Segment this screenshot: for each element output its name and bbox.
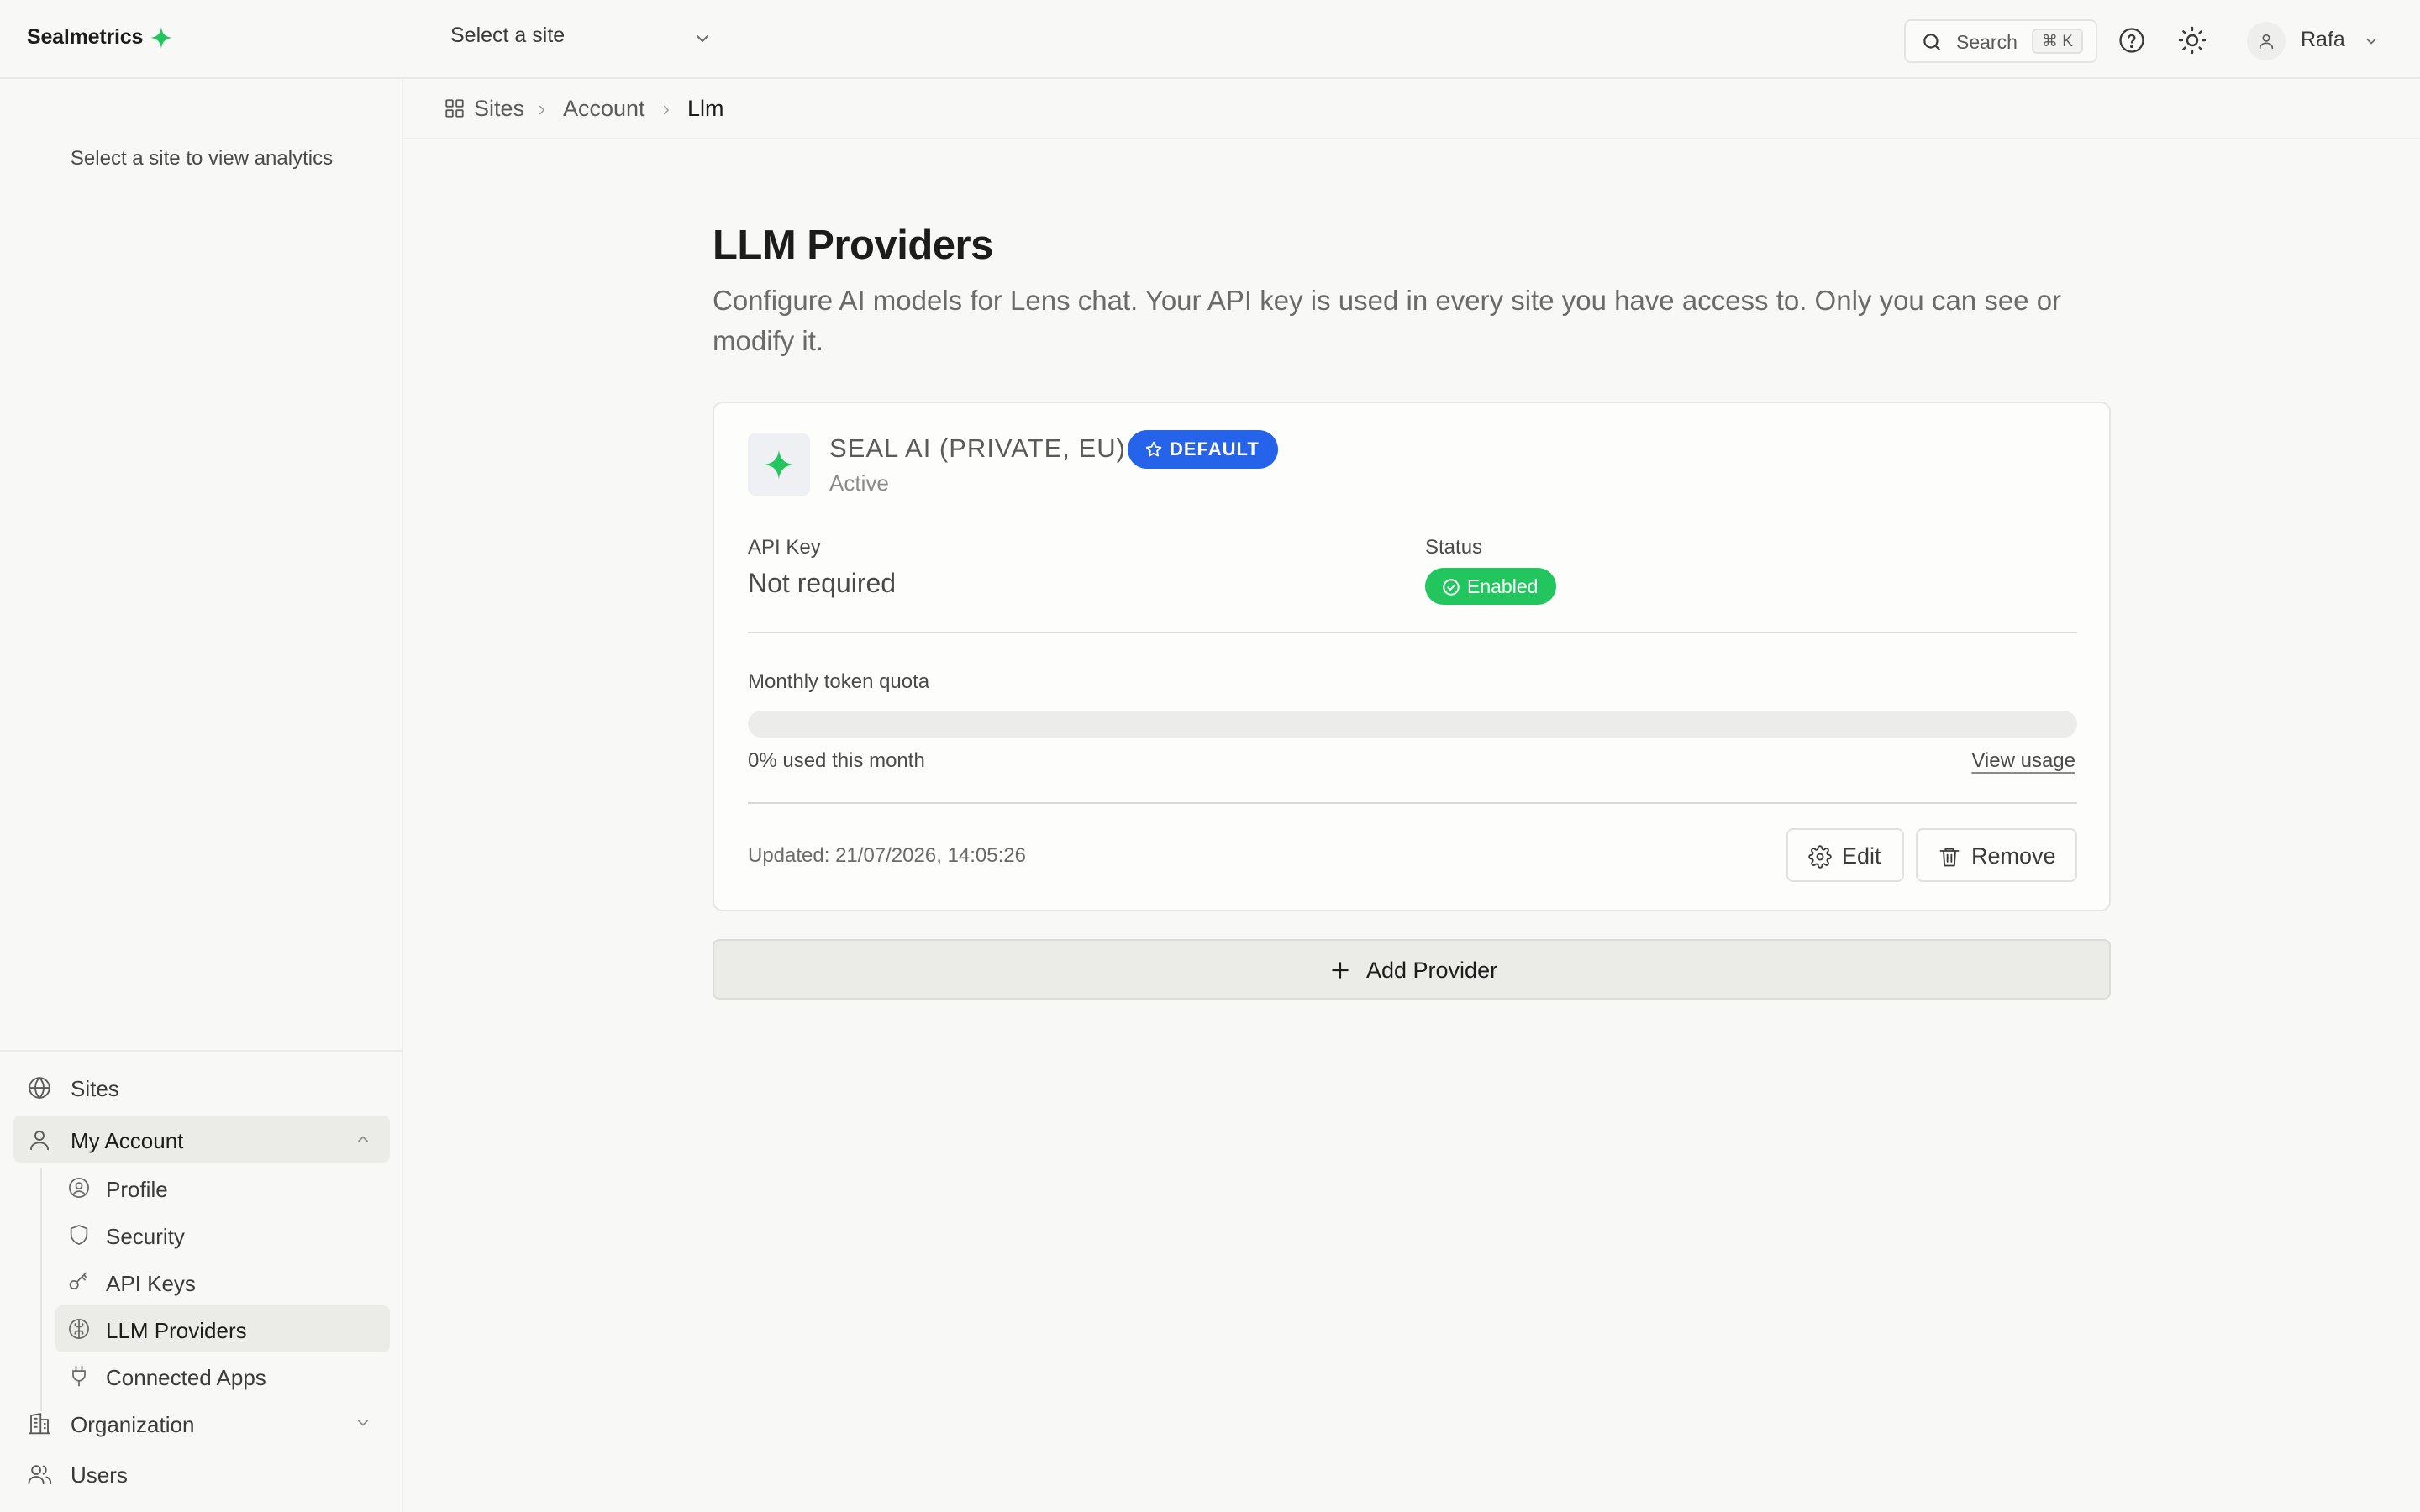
user-circle-icon (67, 1176, 91, 1200)
page-description: Configure AI models for Lens chat. Your … (713, 285, 2062, 356)
check-circle-icon (1443, 579, 1460, 596)
provider-card: SEAL AI (PRIVATE, EU) DEFAULT Active API… (713, 402, 2111, 911)
sidebar-item-sites[interactable]: Sites (13, 1063, 390, 1110)
status-badge: Enabled (1425, 568, 1557, 605)
top-bar: Sealmetrics Select a site Search ⌘ K Raf… (0, 0, 2420, 79)
grid-icon (444, 97, 466, 119)
sidebar-item-label: API Keys (106, 1271, 196, 1296)
chevron-down-icon (355, 1415, 371, 1431)
remove-button[interactable]: Remove (1916, 828, 2077, 882)
sidebar-item-users[interactable]: Users (13, 1450, 390, 1497)
search-icon (1921, 31, 1943, 53)
chevron-right-icon (534, 102, 550, 118)
sidebar-empty-message: Select a site to view analytics (70, 147, 334, 170)
sidebar: Select a site to view analytics Sites My… (0, 79, 403, 1512)
add-provider-button[interactable]: Add Provider (713, 939, 2111, 1000)
search-label: Search (1956, 31, 2018, 53)
search-shortcut: ⌘ K (2032, 29, 2083, 54)
default-badge-label: DEFAULT (1170, 438, 1260, 459)
sparkle-icon (764, 449, 794, 480)
site-selector-placeholder: Select a site (450, 24, 566, 47)
globe-icon (27, 1075, 52, 1100)
provider-name: SEAL AI (PRIVATE, EU) (829, 433, 1126, 463)
star-icon (1145, 441, 1162, 457)
sidebar-item-label: Security (106, 1224, 185, 1249)
sidebar-item-label: Sites (71, 1076, 119, 1101)
provider-logo (748, 433, 810, 496)
quota-used-text: 0% used this month (748, 749, 925, 772)
sidebar-item-label: Organization (71, 1412, 195, 1437)
sun-icon[interactable] (2177, 25, 2207, 55)
sidebar-item-connected-apps[interactable]: Connected Apps (55, 1352, 390, 1399)
chevron-up-icon (355, 1131, 371, 1147)
sidebar-item-my-account[interactable]: My Account (13, 1116, 390, 1163)
sidebar-item-label: LLM Providers (106, 1318, 247, 1343)
building-icon (27, 1411, 52, 1436)
help-icon[interactable] (2118, 26, 2146, 55)
card-divider (748, 632, 2077, 633)
user-menu[interactable]: Rafa (2247, 20, 2381, 60)
brand-name: Sealmetrics (27, 25, 144, 49)
sidebar-item-api-keys[interactable]: API Keys (55, 1258, 390, 1305)
sparkle-logo-icon (150, 26, 173, 50)
avatar (2247, 22, 2286, 60)
page-title: LLM Providers (713, 223, 993, 268)
search-button[interactable]: Search ⌘ K (1904, 19, 2097, 63)
quota-progress-bar (748, 711, 2077, 738)
sidebar-item-label: Users (71, 1462, 128, 1488)
status-label: Status (1425, 536, 1483, 559)
provider-state: Active (829, 470, 889, 496)
breadcrumb: Sites Account Llm (403, 79, 2420, 139)
chevron-right-icon (659, 102, 674, 118)
updated-timestamp: Updated: 21/07/2026, 14:05:26 (748, 844, 1026, 867)
add-provider-label: Add Provider (1366, 958, 1498, 983)
trash-icon (1939, 848, 1960, 867)
sidebar-item-label: Connected Apps (106, 1365, 266, 1390)
sidebar-item-organization[interactable]: Organization (13, 1399, 390, 1446)
view-usage-link[interactable]: View usage (1971, 749, 2075, 773)
edit-button-label: Edit (1842, 843, 1881, 869)
sidebar-item-label: Profile (106, 1177, 168, 1202)
default-badge: DEFAULT (1128, 430, 1278, 469)
chevron-down-icon (692, 29, 713, 49)
sidebar-item-llm-providers[interactable]: LLM Providers (55, 1305, 390, 1352)
edit-button[interactable]: Edit (1786, 828, 1904, 882)
key-icon (67, 1270, 91, 1294)
sidebar-item-profile[interactable]: Profile (55, 1164, 390, 1211)
breadcrumb-account[interactable]: Account (563, 96, 645, 122)
sidebar-item-label: My Account (71, 1128, 184, 1153)
users-icon (27, 1462, 54, 1487)
breadcrumb-current: Llm (687, 96, 724, 121)
user-name: Rafa (2301, 28, 2345, 51)
site-selector[interactable]: Select a site (450, 24, 713, 57)
chevron-down-icon (2363, 33, 2380, 50)
breadcrumb-sites[interactable]: Sites (474, 96, 524, 122)
api-key-value: Not required (748, 568, 897, 598)
status-value: Enabled (1467, 575, 1539, 597)
user-icon (27, 1127, 52, 1152)
shield-icon (67, 1223, 91, 1247)
card-divider (748, 802, 2077, 804)
plus-icon (1332, 962, 1349, 979)
gear-icon (1808, 845, 1832, 869)
api-key-label: API Key (748, 536, 821, 559)
sidebar-divider (0, 1050, 403, 1052)
submenu-guide-line (40, 1168, 42, 1411)
brain-icon (67, 1317, 91, 1341)
remove-button-label: Remove (1971, 843, 2056, 869)
sidebar-item-security[interactable]: Security (55, 1211, 390, 1258)
quota-label: Monthly token quota (748, 670, 930, 693)
plug-icon (67, 1364, 91, 1388)
